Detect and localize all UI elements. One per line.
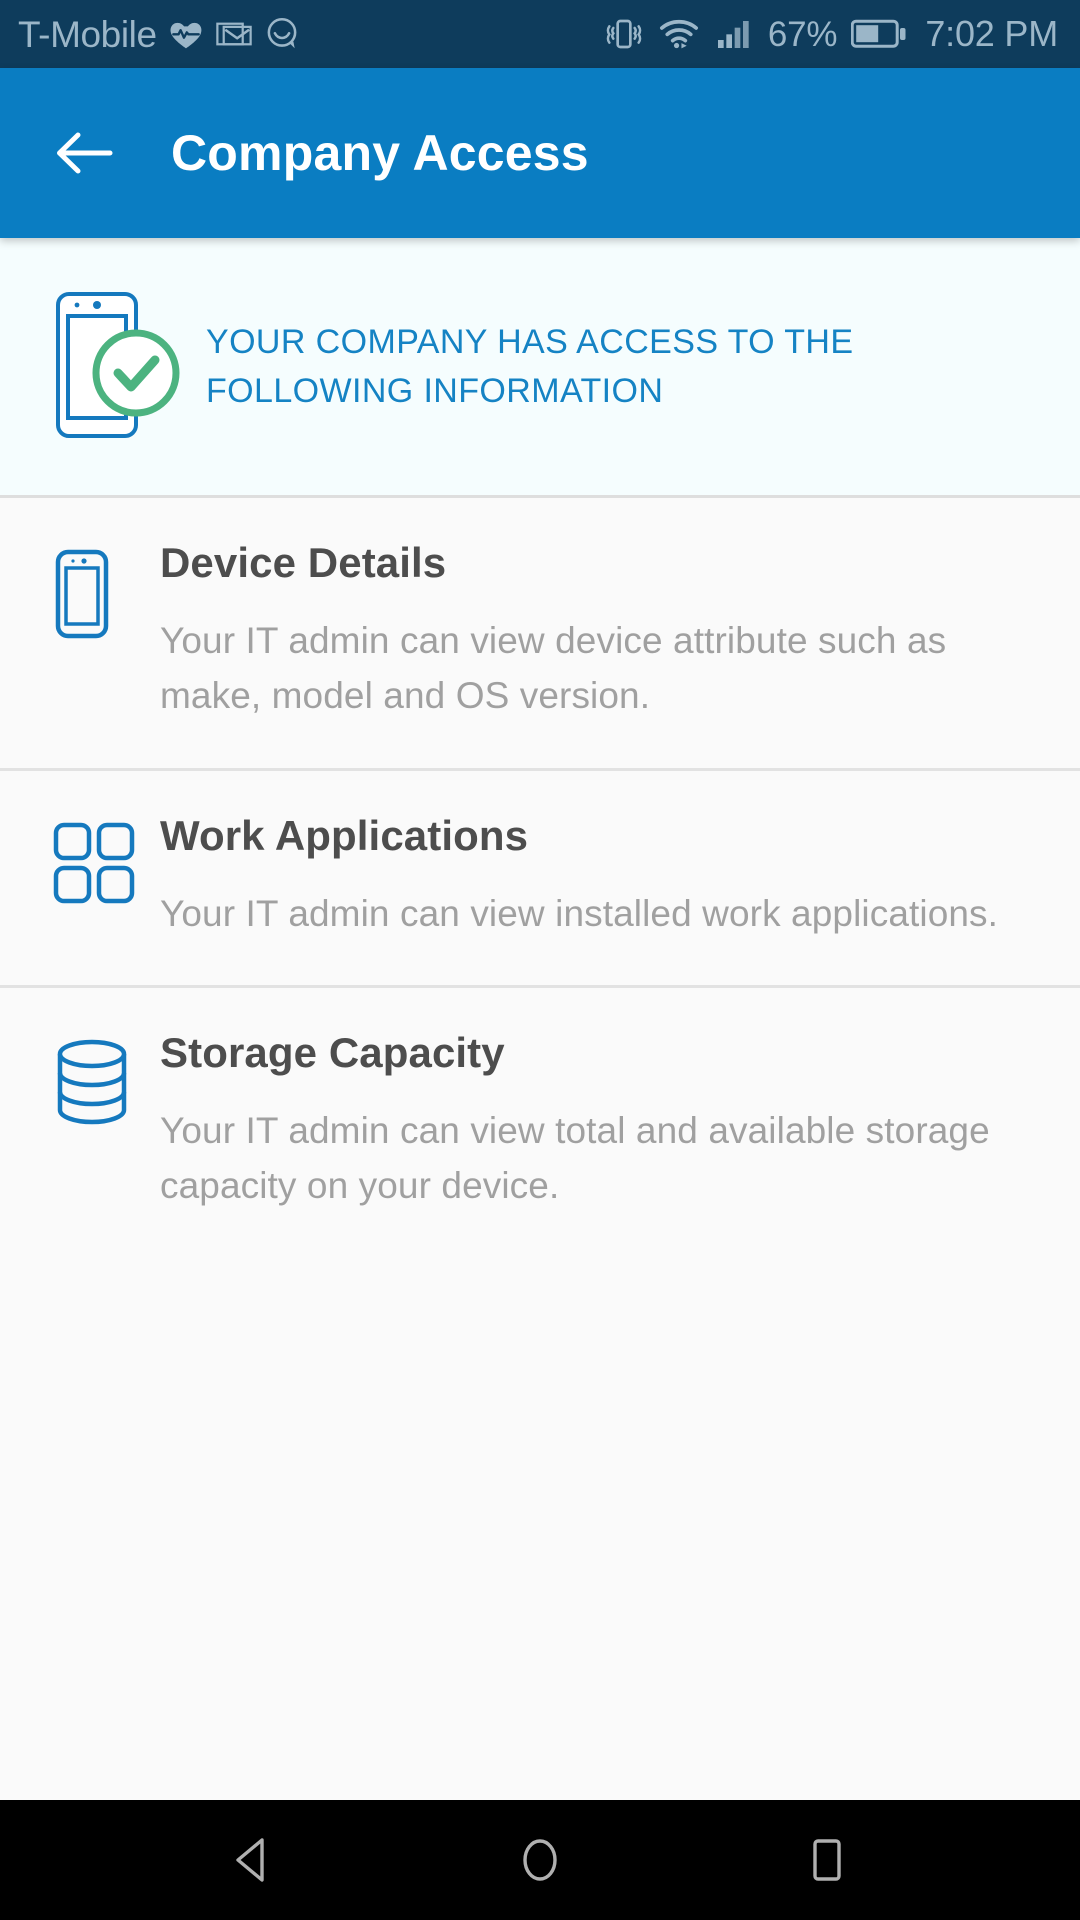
arrow-left-icon (57, 132, 113, 174)
wifi-icon (658, 13, 700, 55)
phone-with-check-icon (40, 284, 200, 449)
banner-text: YOUR COMPANY HAS ACCESS TO THE FOLLOWING… (206, 323, 854, 410)
nav-home-button[interactable] (480, 1800, 600, 1920)
list-item[interactable]: Device Details Your IT admin can view de… (0, 498, 1080, 771)
nav-recents-button[interactable] (767, 1800, 887, 1920)
vibrate-icon (604, 14, 644, 54)
carrier-label: T-Mobile (18, 13, 157, 55)
list-item-description: Your IT admin can view total and availab… (160, 1110, 990, 1206)
gmail-icon (215, 15, 253, 53)
chat-bubble-icon (263, 15, 301, 53)
smartphone-icon (52, 542, 160, 724)
list-item-title: Device Details (160, 539, 447, 586)
status-bar-left: T-Mobile (18, 15, 301, 53)
status-bar-right: 67% 7:02 PM (604, 13, 1058, 55)
android-navigation-bar (0, 1800, 1080, 1920)
back-button[interactable] (52, 121, 116, 185)
signal-bars-icon (714, 14, 754, 54)
back-triangle-icon (236, 1838, 265, 1882)
list-item-body: Device Details Your IT admin can view de… (160, 542, 1040, 724)
list-item-body: Storage Capacity Your IT admin can view … (160, 1032, 1040, 1214)
phone-screen: T-Mobile 67% 7:02 PM Company Access YOUR… (0, 0, 1080, 1920)
app-bar: Company Access (0, 68, 1080, 238)
status-bar: T-Mobile 67% 7:02 PM (0, 0, 1080, 68)
list-item-description: Your IT admin can view device attribute … (160, 620, 947, 716)
battery-percent-label: 67% (767, 14, 838, 54)
list-item[interactable]: Storage Capacity Your IT admin can view … (0, 988, 1080, 1258)
list-item[interactable]: Work Applications Your IT admin can view… (0, 770, 1080, 989)
database-icon (52, 1032, 160, 1214)
list-item-description: Your IT admin can view installed work ap… (160, 892, 999, 934)
nav-back-button[interactable] (193, 1800, 313, 1920)
clock-label: 7:02 PM (925, 13, 1058, 54)
battery-icon (851, 17, 907, 51)
heart-pulse-icon (167, 15, 205, 53)
list-item-title: Storage Capacity (160, 1029, 505, 1077)
list-item-body: Work Applications Your IT admin can view… (160, 811, 1040, 942)
content-area: YOUR COMPANY HAS ACCESS TO THE FOLLOWING… (0, 238, 1080, 1800)
access-banner: YOUR COMPANY HAS ACCESS TO THE FOLLOWING… (0, 238, 1080, 498)
list-item-title: Work Applications (160, 811, 529, 859)
home-circle-icon (523, 1839, 557, 1881)
page-title: Company Access (171, 125, 589, 181)
recents-square-icon (812, 1839, 841, 1881)
apps-grid-icon (52, 815, 160, 942)
